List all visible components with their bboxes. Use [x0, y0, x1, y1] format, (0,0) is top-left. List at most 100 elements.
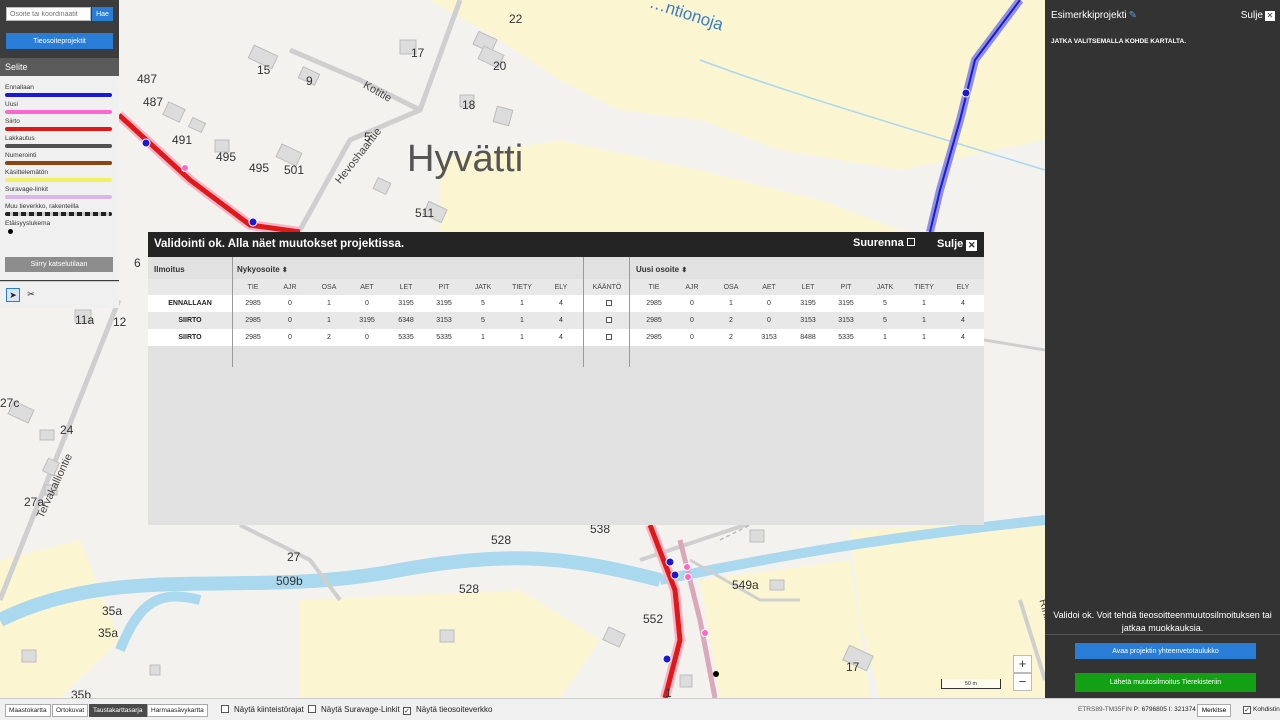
checkbox-checked[interactable]: ✓: [1243, 706, 1251, 714]
cell-new: 0: [767, 300, 771, 307]
map-number-label: 487: [137, 72, 158, 86]
legend-swatch: [5, 127, 112, 131]
road-address-projects-button[interactable]: Tieosoiteprojektit: [6, 33, 113, 49]
sub-header-tie: TIE: [247, 284, 259, 291]
search-input[interactable]: [6, 7, 91, 21]
sort-icon[interactable]: ⬍: [282, 267, 288, 274]
map-number-label: 528: [459, 582, 480, 596]
cell-current: 2: [327, 334, 331, 341]
sub-header-let: LET: [399, 284, 413, 291]
sub-header-reverse: KÄÄNTÖ: [592, 284, 622, 291]
project-name: Esimerkkiprojekti: [1051, 10, 1127, 21]
legend-item-label: Suravage-linkit: [5, 186, 48, 193]
cell-current: 1: [520, 334, 524, 341]
table-row: SIIRTO 2985 0 1 3195 6348 3153 5 1 4 298…: [148, 312, 984, 329]
dialog-title: Validointi ok. Alla näet muutokset proje…: [154, 238, 405, 250]
col-header-current[interactable]: Nykyosoite ⬍: [237, 257, 288, 279]
select-pointer-icon[interactable]: ➤: [6, 288, 20, 302]
search-button[interactable]: Hae: [92, 7, 113, 21]
send-change-notice-button[interactable]: Lähetä muutosilmoitus Tierekisteriin: [1075, 673, 1256, 692]
cell-current: 1: [520, 300, 524, 307]
legend-item-label: Muu tieverkko, rakenteilla: [5, 203, 79, 210]
layer-button-ortho[interactable]: Ortokuvat: [52, 704, 89, 717]
bottom-bar: Maastokartta Ortokuvat Taustakarttasarja…: [0, 698, 1280, 720]
layer-button-grayscale[interactable]: Harmaasävykartta: [147, 704, 208, 717]
map-number-label: 491: [172, 133, 193, 147]
reverse-checkbox[interactable]: [606, 334, 612, 340]
row-notice: ENNALLAAN: [168, 300, 212, 307]
map-number-label: 24: [60, 423, 74, 437]
legend-item-label: Ennallaan: [5, 84, 34, 91]
right-panel-close-button[interactable]: Sulje ✕: [1241, 10, 1275, 21]
legend-item-label: Etäisyyslukema: [5, 220, 51, 227]
cell-current: 0: [288, 334, 292, 341]
right-panel: Esimerkkiprojekti ✎ Sulje ✕ JATKA VALITSEM…: [1045, 0, 1280, 698]
cell-current: 1: [481, 334, 485, 341]
col-header-new-label: Uusi osoite: [636, 265, 680, 274]
map-number-label: 22: [509, 12, 523, 26]
sort-icon[interactable]: ⬍: [681, 267, 687, 274]
p-label: P:: [1133, 706, 1140, 713]
enlarge-toggle[interactable]: Suurenna: [853, 237, 915, 249]
distance-marker-icon: [8, 229, 13, 234]
legend-item: Uusi: [5, 101, 114, 118]
cell-current: 6348: [398, 317, 414, 324]
toggle-suravage-links[interactable]: Näytä Suravage-Linkit: [308, 705, 400, 714]
zoom-out-button[interactable]: −: [1013, 673, 1032, 691]
cell-current: 0: [365, 300, 369, 307]
coordinate-readout: ETRS89-TM35FIN P: 6796805 I: 321374: [1078, 706, 1196, 713]
enlarge-checkbox[interactable]: [906, 238, 915, 246]
crs-label: ETRS89-TM35FIN: [1078, 706, 1132, 713]
dialog-close-button[interactable]: Sulje ✕: [937, 238, 978, 251]
instruction-text: JATKA VALITSEMALLA KOHDE KARTALTA.: [1051, 38, 1187, 45]
legend-swatch: [5, 178, 112, 182]
cell-new: 0: [767, 317, 771, 324]
toggle-property-boundaries[interactable]: Näytä kiinteistörajat: [221, 705, 304, 714]
changes-table: Ilmoitus Nykyosoite ⬍ Uusi osoite ⬍ TIE …: [148, 257, 984, 525]
cut-tool-icon[interactable]: ✂: [24, 288, 38, 302]
col-header-notice: Ilmoitus: [154, 265, 185, 274]
cell-new: 0: [690, 334, 694, 341]
map-place-label: Hyvätti: [407, 138, 524, 180]
close-label: Sulje: [937, 238, 964, 250]
col-header-new[interactable]: Uusi osoite ⬍: [636, 257, 687, 279]
dialog-header: Validointi ok. Alla näet muutokset proje…: [148, 232, 984, 257]
map-number-label: 487: [143, 95, 164, 109]
col-header-current-label: Nykyosoite: [237, 265, 280, 274]
mark-button[interactable]: Merkitse: [1197, 704, 1231, 717]
cell-new: 1: [922, 317, 926, 324]
reverse-checkbox[interactable]: [606, 317, 612, 323]
checkbox-checked[interactable]: ✓: [403, 707, 411, 715]
sub-header-aet: AET: [360, 284, 374, 291]
sub-header-tie: TIE: [648, 284, 660, 291]
checkbox[interactable]: [308, 705, 316, 713]
left-panel: Hae Tieosoiteprojektit Selite Ennallaan …: [0, 0, 119, 308]
p-value: 6796805: [1141, 706, 1167, 713]
close-icon[interactable]: ✕: [1265, 11, 1275, 21]
layer-button-background[interactable]: Taustakarttasarja: [89, 704, 147, 717]
toggle-road-network[interactable]: ✓ Näytä tieosoiteverkko: [403, 705, 492, 715]
cell-current: 0: [365, 334, 369, 341]
legend-item: Muu tieverkko, rakenteilla: [5, 203, 114, 220]
cell-new: 3195: [800, 300, 816, 307]
legend-item: Etäisyyslukema: [5, 220, 114, 237]
layer-button-terrain[interactable]: Maastokartta: [5, 704, 51, 717]
cursor-toggle[interactable]: ✓ Kohdistin: [1243, 706, 1280, 714]
legend: Ennallaan Uusi Siirto Lakkautus Numeroin…: [0, 76, 119, 280]
view-mode-button[interactable]: Siirry katselutilaan: [5, 257, 113, 272]
zoom-in-button[interactable]: +: [1013, 655, 1032, 673]
cell-new: 5335: [838, 334, 854, 341]
sub-header-jatk: JATK: [474, 284, 492, 291]
cell-new: 3153: [761, 334, 777, 341]
pencil-icon[interactable]: ✎: [1129, 10, 1137, 21]
cell-current: 0: [288, 300, 292, 307]
close-icon[interactable]: ✕: [966, 240, 978, 251]
map-number-label: 27c: [0, 396, 20, 410]
checkbox[interactable]: [221, 705, 229, 713]
open-summary-button[interactable]: Avaa projektin yhteenvetotaulukko: [1075, 643, 1256, 659]
i-label: I:: [1168, 706, 1173, 713]
cell-current: 5335: [436, 334, 452, 341]
cell-new: 3153: [800, 317, 816, 324]
legend-item-label: Lakkautus: [5, 135, 35, 142]
reverse-checkbox[interactable]: [606, 300, 612, 306]
